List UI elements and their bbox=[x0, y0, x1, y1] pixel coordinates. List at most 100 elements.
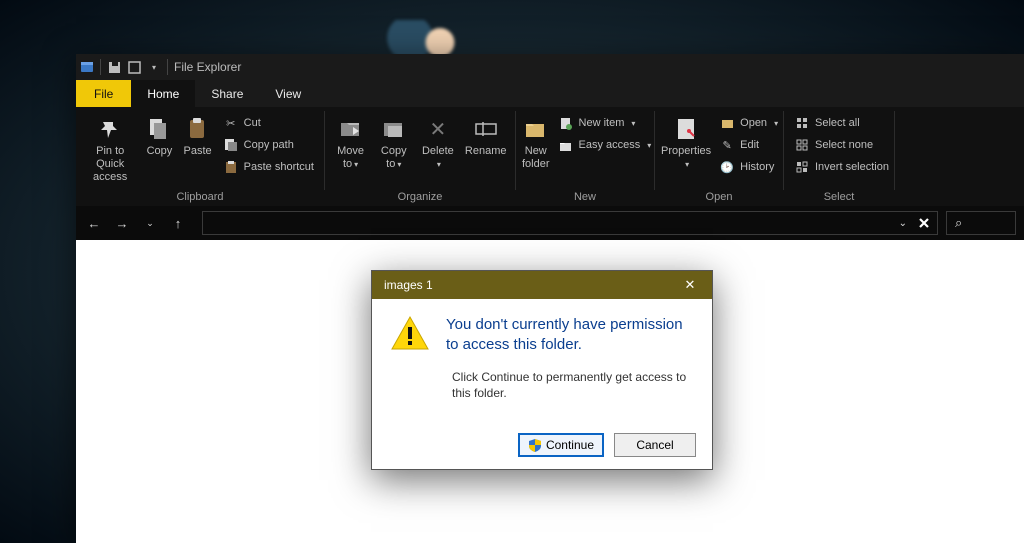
label: Delete▾ bbox=[422, 145, 454, 171]
label: Edit bbox=[740, 139, 759, 151]
dialog-submessage: Click Continue to permanently get access… bbox=[372, 355, 712, 401]
label: Rename bbox=[465, 145, 507, 158]
search-box[interactable]: ⌕ bbox=[946, 211, 1016, 235]
paste-icon bbox=[186, 115, 210, 143]
label: Open bbox=[740, 117, 767, 129]
nav-forward-button[interactable]: → bbox=[112, 216, 132, 231]
properties-button[interactable]: Properties▾ bbox=[661, 113, 711, 171]
address-dropdown-icon[interactable]: ⌄ bbox=[899, 218, 907, 229]
new-folder-button[interactable]: New folder bbox=[522, 113, 550, 171]
label: Continue bbox=[546, 438, 594, 452]
tab-share[interactable]: Share bbox=[195, 80, 259, 107]
paste-shortcut-icon bbox=[223, 160, 239, 174]
cut-icon: ✂ bbox=[223, 117, 239, 130]
label: New item bbox=[579, 117, 625, 129]
label: Copy bbox=[147, 145, 173, 158]
dialog-title: images 1 bbox=[384, 278, 433, 292]
label: Paste bbox=[184, 145, 212, 158]
dialog-titlebar: images 1 ✕ bbox=[372, 271, 712, 299]
continue-button[interactable]: Continue bbox=[518, 433, 604, 457]
address-bar[interactable]: ⌄ bbox=[202, 211, 938, 235]
qat-save-icon[interactable] bbox=[107, 60, 121, 74]
history-button[interactable]: 🕑 History bbox=[715, 157, 782, 177]
label: Move to▾ bbox=[331, 145, 370, 171]
label: Paste shortcut bbox=[244, 161, 314, 173]
move-to-icon bbox=[339, 115, 363, 143]
copy-to-icon bbox=[382, 115, 406, 143]
dialog-body: You don't currently have permission to a… bbox=[372, 299, 712, 355]
edit-icon: ✎ bbox=[719, 139, 735, 152]
label: Properties▾ bbox=[661, 145, 711, 171]
open-button[interactable]: Open ▾ bbox=[715, 113, 782, 133]
label: Select all bbox=[815, 117, 860, 129]
paste-button[interactable]: Paste bbox=[181, 113, 215, 158]
chevron-down-icon: ▾ bbox=[774, 119, 778, 128]
window-title: File Explorer bbox=[174, 60, 241, 74]
rename-icon bbox=[475, 115, 497, 143]
label: New folder bbox=[522, 145, 550, 171]
delete-button[interactable]: ✕ Delete▾ bbox=[417, 113, 458, 171]
history-icon: 🕑 bbox=[719, 161, 735, 174]
dialog-buttons: Continue Cancel bbox=[518, 433, 696, 457]
tab-file[interactable]: File bbox=[76, 80, 131, 107]
nav-bar: ← → ⌄ ↑ ⌄ ⌕ bbox=[76, 206, 1024, 240]
open-icon bbox=[719, 117, 735, 130]
tab-home[interactable]: Home bbox=[131, 80, 195, 107]
ribbon-group-select: Select all Select none Invert selection … bbox=[784, 107, 894, 206]
ribbon-group-new: New folder New item▾ Easy access ▾ New bbox=[516, 107, 654, 206]
new-small-list: New item▾ Easy access ▾ bbox=[554, 113, 656, 155]
rename-button[interactable]: Rename bbox=[462, 113, 509, 158]
label: Copy to▾ bbox=[374, 145, 413, 171]
cut-button[interactable]: ✂Cut bbox=[219, 113, 318, 133]
titlebar: ▾ File Explorer bbox=[76, 54, 1024, 80]
cancel-button[interactable]: Cancel bbox=[614, 433, 696, 457]
group-label: Select bbox=[784, 191, 894, 206]
copy-path-icon bbox=[223, 138, 239, 152]
easy-access-button[interactable]: Easy access ▾ bbox=[554, 135, 656, 155]
app-icon bbox=[80, 60, 94, 74]
copy-path-button[interactable]: Copy path bbox=[219, 135, 318, 155]
close-button[interactable]: ✕ bbox=[668, 271, 712, 299]
label: Invert selection bbox=[815, 161, 889, 173]
uac-shield-icon bbox=[528, 438, 542, 452]
group-label: Clipboard bbox=[76, 191, 324, 206]
qat-undo-icon[interactable] bbox=[127, 60, 141, 74]
group-label: Open bbox=[655, 191, 783, 206]
select-none-icon bbox=[794, 139, 810, 152]
refresh-icon[interactable] bbox=[917, 216, 931, 230]
chevron-down-icon: ▾ bbox=[647, 141, 651, 150]
label: Easy access bbox=[579, 139, 641, 151]
copy-icon bbox=[147, 115, 171, 143]
move-to-button[interactable]: Move to▾ bbox=[331, 113, 370, 171]
nav-back-button[interactable]: ← bbox=[84, 216, 104, 231]
select-small-list: Select all Select none Invert selection bbox=[790, 113, 893, 177]
new-item-icon bbox=[558, 117, 574, 130]
tab-view[interactable]: View bbox=[259, 80, 317, 107]
select-all-icon bbox=[794, 117, 810, 130]
delete-icon: ✕ bbox=[429, 115, 446, 143]
copy-to-button[interactable]: Copy to▾ bbox=[374, 113, 413, 171]
paste-shortcut-button[interactable]: Paste shortcut bbox=[219, 157, 318, 177]
nav-recent-dropdown[interactable]: ⌄ bbox=[140, 218, 160, 229]
label: Copy path bbox=[244, 139, 294, 151]
nav-up-button[interactable]: ↑ bbox=[168, 216, 188, 231]
permission-dialog: images 1 ✕ You don't currently have perm… bbox=[371, 270, 713, 470]
copy-button[interactable]: Copy bbox=[142, 113, 176, 158]
clipboard-small-list: ✂Cut Copy path Paste shortcut bbox=[219, 113, 318, 177]
ribbon-group-clipboard: Pin to Quick access Copy Paste ✂Cut Copy… bbox=[76, 107, 324, 206]
label: History bbox=[740, 161, 774, 173]
ribbon-group-open: Properties▾ Open ▾ ✎ Edit 🕑 History Open bbox=[655, 107, 783, 206]
edit-button[interactable]: ✎ Edit bbox=[715, 135, 782, 155]
invert-selection-button[interactable]: Invert selection bbox=[790, 157, 893, 177]
easy-access-icon bbox=[558, 139, 574, 152]
select-none-button[interactable]: Select none bbox=[790, 135, 893, 155]
ribbon-group-organize: Move to▾ Copy to▾ ✕ Delete▾ Rename Organ… bbox=[325, 107, 515, 206]
qat-dropdown-icon[interactable]: ▾ bbox=[147, 60, 161, 74]
new-item-button[interactable]: New item▾ bbox=[554, 113, 656, 133]
dialog-message: You don't currently have permission to a… bbox=[446, 315, 694, 355]
select-all-button[interactable]: Select all bbox=[790, 113, 893, 133]
group-label: Organize bbox=[325, 191, 515, 206]
pin-quick-access-button[interactable]: Pin to Quick access bbox=[82, 113, 138, 184]
separator bbox=[894, 111, 895, 190]
group-label: New bbox=[516, 191, 654, 206]
